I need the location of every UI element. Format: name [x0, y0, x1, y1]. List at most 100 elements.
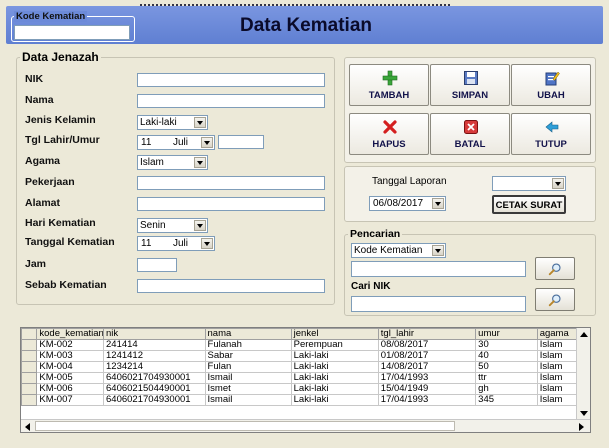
nama-input[interactable]: [137, 94, 325, 108]
horizontal-scrollbar[interactable]: [21, 419, 590, 432]
column-header-jenkel[interactable]: jenkel: [290, 328, 379, 340]
cell-jenkel[interactable]: Laki-laki: [290, 350, 379, 362]
cell-nik[interactable]: 6406021504490001: [103, 383, 206, 395]
row-selector[interactable]: [21, 383, 38, 395]
nik-input[interactable]: [137, 73, 325, 87]
cell-nama[interactable]: Fulan: [204, 361, 292, 373]
column-header-nik[interactable]: nik: [103, 328, 206, 340]
cell-kode-kematian[interactable]: KM-003: [36, 350, 105, 362]
laporan-combo[interactable]: [492, 176, 566, 191]
row-selector[interactable]: [21, 361, 38, 373]
chevron-down-icon[interactable]: [194, 220, 206, 231]
cell-nama[interactable]: Sabar: [204, 350, 292, 362]
chevron-down-icon[interactable]: [194, 157, 206, 168]
scroll-left-icon[interactable]: [25, 423, 30, 431]
kode-kematian-input[interactable]: [14, 25, 130, 40]
chevron-down-icon[interactable]: [201, 137, 213, 148]
cetak-surat-button[interactable]: CETAK SURAT: [492, 195, 566, 214]
cell-kode-kematian[interactable]: KM-007: [36, 394, 105, 406]
cell-kode-kematian[interactable]: KM-002: [36, 339, 105, 351]
cell-nik[interactable]: 241414: [103, 339, 206, 351]
agama-combo[interactable]: Islam: [137, 155, 208, 170]
row-selector[interactable]: [21, 394, 38, 406]
cell-nama[interactable]: Ismail: [204, 394, 292, 406]
hari-kematian-combo[interactable]: Senin: [137, 218, 208, 233]
row-selector[interactable]: [21, 350, 38, 362]
row-selector[interactable]: [21, 339, 38, 351]
scroll-up-icon[interactable]: [580, 332, 588, 337]
cell-tgl-lahir[interactable]: 17/04/1993: [377, 394, 477, 406]
cell-nik[interactable]: 1241412: [103, 350, 206, 362]
row-selector[interactable]: [21, 372, 38, 384]
alamat-input[interactable]: [137, 197, 325, 211]
cell-tgl-lahir[interactable]: 14/08/2017: [377, 361, 477, 373]
plus-icon: [382, 70, 398, 86]
cell-tgl-lahir[interactable]: 15/04/1949: [377, 383, 477, 395]
hapus-button[interactable]: HAPUS: [349, 113, 429, 155]
cell-nik[interactable]: 6406021704930001: [103, 372, 206, 384]
search-kode-button[interactable]: [535, 257, 575, 280]
umur-input[interactable]: [218, 135, 264, 149]
chevron-down-icon[interactable]: [552, 178, 564, 189]
sebab-kematian-input[interactable]: [137, 279, 325, 293]
cell-nama[interactable]: Ismail: [204, 372, 292, 384]
search-nik-input[interactable]: [351, 296, 526, 312]
grid-row-selector-header: [21, 328, 38, 340]
cell-jenkel[interactable]: Perempuan: [290, 339, 379, 351]
jam-input[interactable]: [137, 258, 177, 272]
batal-button[interactable]: BATAL: [430, 113, 510, 155]
cell-umur[interactable]: 50: [475, 361, 538, 373]
cell-jenkel[interactable]: Laki-laki: [290, 372, 379, 384]
scroll-down-icon[interactable]: [580, 411, 588, 416]
table-row[interactable]: KM-003 1241412 Sabar Laki-laki 01/08/201…: [21, 350, 590, 362]
cell-jenkel[interactable]: Laki-laki: [290, 383, 379, 395]
cell-umur[interactable]: ttr: [475, 372, 538, 384]
column-header-kode-kematian[interactable]: kode_kematian: [36, 328, 105, 340]
cell-umur[interactable]: 345: [475, 394, 538, 406]
cell-kode-kematian[interactable]: KM-004: [36, 361, 105, 373]
cell-jenkel[interactable]: Laki-laki: [290, 361, 379, 373]
chevron-down-icon[interactable]: [432, 245, 444, 256]
cell-umur[interactable]: 30: [475, 339, 538, 351]
ubah-button[interactable]: UBAH: [511, 64, 591, 106]
cell-umur[interactable]: gh: [475, 383, 538, 395]
scroll-thumb[interactable]: [35, 421, 455, 431]
cell-umur[interactable]: 40: [475, 350, 538, 362]
tutup-button[interactable]: TUTUP: [511, 113, 591, 155]
tanggal-laporan-date-picker[interactable]: 06/08/2017: [369, 196, 446, 211]
cell-tgl-lahir[interactable]: 17/04/1993: [377, 372, 477, 384]
table-row[interactable]: KM-004 1234214 Fulan Laki-laki 14/08/201…: [21, 361, 590, 373]
data-grid-table: kode_kematian nik nama jenkel tgl_lahir …: [21, 328, 590, 406]
cell-nik[interactable]: 1234214: [103, 361, 206, 373]
cell-nama[interactable]: Ismet: [204, 383, 292, 395]
simpan-button[interactable]: SIMPAN: [430, 64, 510, 106]
data-grid[interactable]: kode_kematian nik nama jenkel tgl_lahir …: [20, 327, 591, 433]
chevron-down-icon[interactable]: [201, 238, 213, 249]
cell-nama[interactable]: Fulanah: [204, 339, 292, 351]
scroll-right-icon[interactable]: [579, 423, 584, 431]
pekerjaan-input[interactable]: [137, 176, 325, 190]
column-header-nama[interactable]: nama: [204, 328, 292, 340]
cell-kode-kematian[interactable]: KM-005: [36, 372, 105, 384]
table-row[interactable]: KM-007 6406021704930001 Ismail Laki-laki…: [21, 394, 590, 406]
cell-tgl-lahir[interactable]: 08/08/2017: [377, 339, 477, 351]
vertical-scrollbar[interactable]: [576, 328, 590, 420]
table-row[interactable]: KM-006 6406021504490001 Ismet Laki-laki …: [21, 383, 590, 395]
cell-nik[interactable]: 6406021704930001: [103, 394, 206, 406]
search-kode-input[interactable]: [351, 261, 526, 277]
jenis-kelamin-combo[interactable]: Laki-laki: [137, 115, 208, 130]
tanggal-kematian-date-picker[interactable]: 11 Juli: [137, 236, 215, 251]
search-nik-button[interactable]: [535, 288, 575, 311]
tambah-button[interactable]: TAMBAH: [349, 64, 429, 106]
chevron-down-icon[interactable]: [194, 117, 206, 128]
chevron-down-icon[interactable]: [432, 198, 444, 209]
cell-jenkel[interactable]: Laki-laki: [290, 394, 379, 406]
table-row[interactable]: KM-002 241414 Fulanah Perempuan 08/08/20…: [21, 339, 590, 351]
cell-kode-kematian[interactable]: KM-006: [36, 383, 105, 395]
column-header-umur[interactable]: umur: [475, 328, 538, 340]
cell-tgl-lahir[interactable]: 01/08/2017: [377, 350, 477, 362]
pencarian-mode-combo[interactable]: Kode Kematian: [351, 243, 446, 258]
column-header-tgl-lahir[interactable]: tgl_lahir: [377, 328, 477, 340]
tgl-lahir-date-picker[interactable]: 11 Juli: [137, 135, 215, 150]
table-row[interactable]: KM-005 6406021704930001 Ismail Laki-laki…: [21, 372, 590, 384]
